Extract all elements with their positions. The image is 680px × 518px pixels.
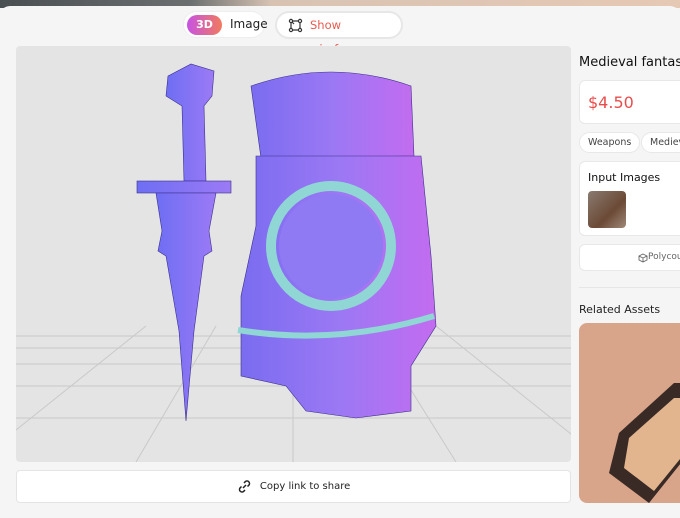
related-asset-thumbnail[interactable] [579,323,680,503]
view-mode-toggle[interactable]: 3D Image [183,11,268,38]
input-image-thumbnail[interactable] [588,191,626,228]
price: $4.50 [588,93,634,112]
cube-icon [638,253,648,263]
3d-viewer-canvas[interactable] [16,46,571,462]
asset-title: Medieval fantas [579,55,680,70]
input-images-card: Input Images [579,161,680,236]
tag-medieval[interactable]: Mediev [641,132,680,153]
copy-link-label: Copy link to share [259,481,351,492]
dagger-model [136,63,232,422]
input-images-heading: Input Images [588,171,661,184]
wireframe-icon [288,18,303,33]
tag-weapons[interactable]: Weapons [579,132,641,153]
glove-model [237,71,437,419]
mode-3d-button[interactable]: 3D [187,15,222,35]
polycount-button[interactable]: Polycou [579,244,680,271]
mode-image-button[interactable]: Image [230,17,268,31]
price-card: $4.50 [579,80,680,124]
copy-link-button[interactable]: Copy link to share [16,470,571,503]
polycount-label: Polycou [648,252,680,262]
link-icon [238,479,250,493]
show-wireframe-button[interactable]: Show wireframe [275,11,403,56]
related-assets-heading: Related Assets [579,303,661,316]
divider [579,287,680,288]
